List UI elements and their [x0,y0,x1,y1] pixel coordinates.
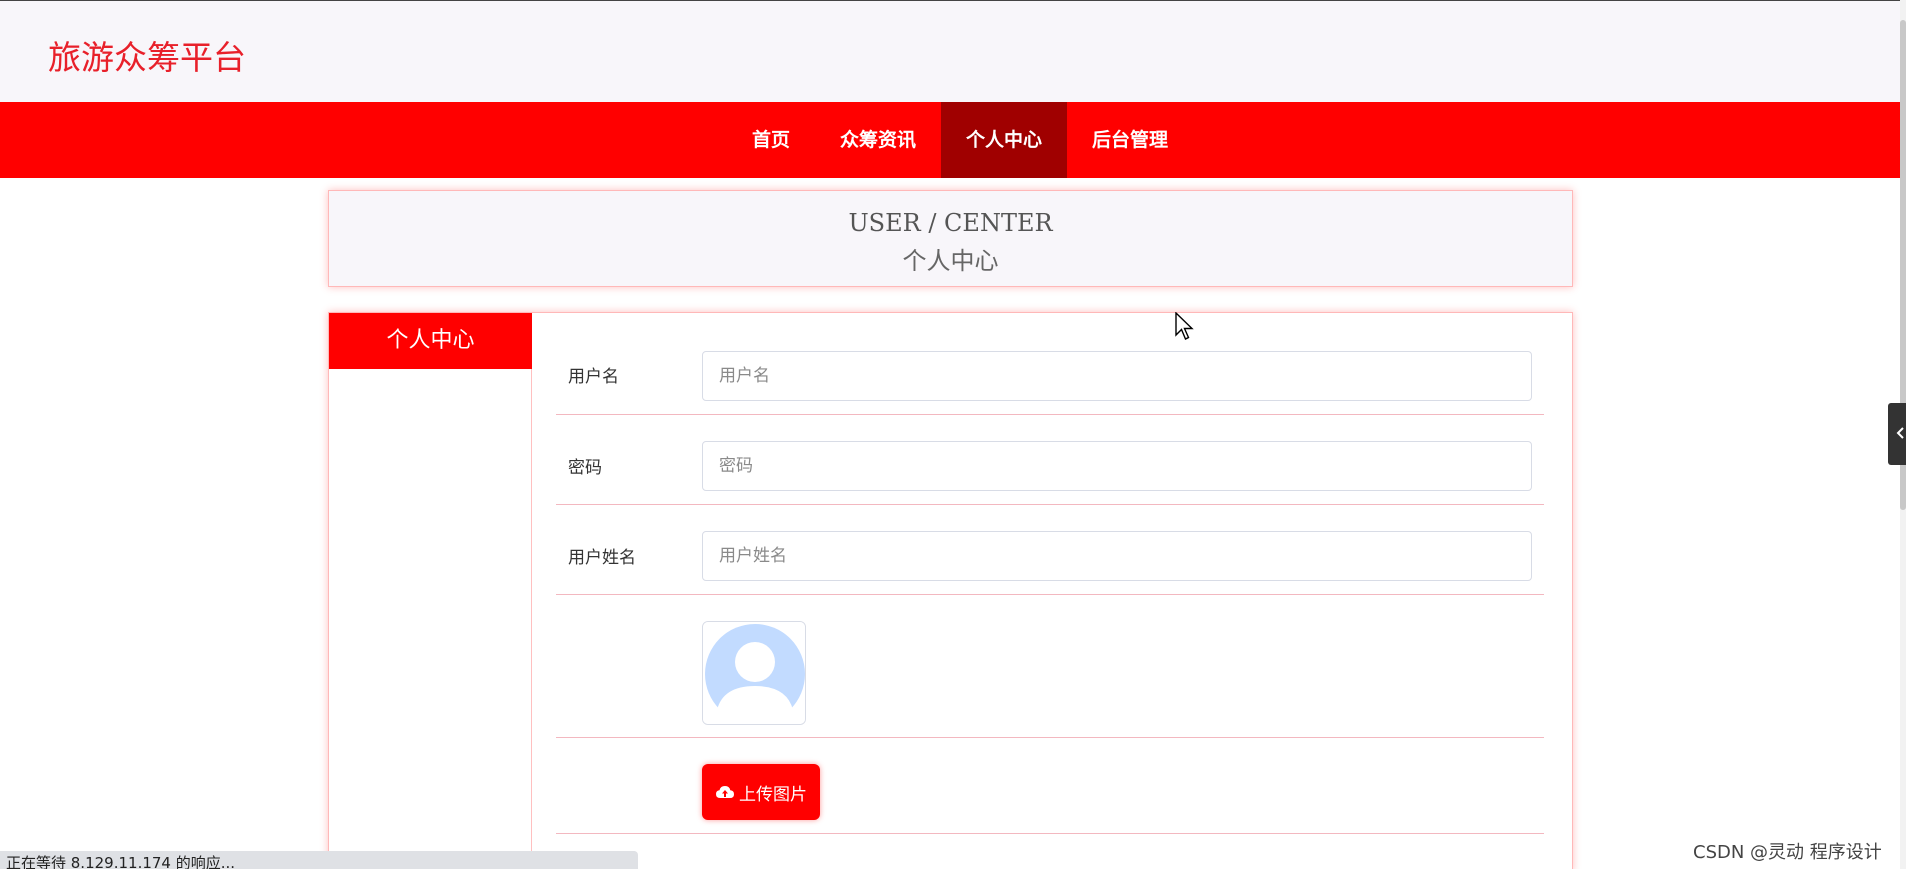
form-row-password: 密码 [556,415,1544,505]
user-avatar-icon [703,622,805,724]
nav-menu: 首页 众筹资讯 个人中心 后台管理 [20,102,1900,178]
sidebar: 个人中心 [329,313,532,869]
page-title-cn: 个人中心 [902,247,999,275]
nav-item-home[interactable]: 首页 [727,102,815,178]
username-label: 用户名 [568,367,619,387]
avatar-preview [702,621,806,725]
upload-image-label: 上传图片 [739,784,807,805]
mouse-cursor-icon [1175,312,1194,340]
side-drawer-toggle[interactable] [1888,403,1906,465]
sidebar-item-user-center[interactable]: 个人中心 [329,313,532,369]
top-header: 旅游众筹平台 [0,0,1900,102]
username-input[interactable] [702,351,1532,401]
browser-status-bar: 正在等待 8.129.11.174 的响应... [0,851,638,869]
password-label: 密码 [568,458,602,478]
page: 旅游众筹平台 首页 众筹资讯 个人中心 后台管理 USER / CENTER 个… [0,0,1906,869]
watermark-text: CSDN @灵动 程序设计 [1693,842,1882,863]
realname-label: 用户姓名 [568,548,636,568]
form-row-avatar [556,595,1544,738]
profile-form: 用户名 密码 用户姓名 [556,313,1544,834]
site-brand[interactable]: 旅游众筹平台 [48,31,246,79]
cloud-upload-icon [716,786,734,798]
form-row-upload: 上传图片 [556,738,1544,834]
realname-input[interactable] [702,531,1532,581]
nav-item-user-center[interactable]: 个人中心 [941,102,1068,178]
password-input[interactable] [702,441,1532,491]
form-row-realname: 用户姓名 [556,505,1544,595]
page-title-banner: USER / CENTER 个人中心 [328,190,1573,287]
main-navbar: 首页 众筹资讯 个人中心 后台管理 [0,102,1900,178]
upload-image-button[interactable]: 上传图片 [702,764,820,820]
page-title-en: USER / CENTER [848,209,1053,237]
chevron-left-icon [1896,427,1904,439]
nav-item-news[interactable]: 众筹资讯 [815,102,941,178]
user-center-panel: 个人中心 用户名 密码 用户姓名 [328,312,1573,869]
nav-item-admin[interactable]: 后台管理 [1067,102,1193,178]
form-row-username: 用户名 [556,313,1544,415]
